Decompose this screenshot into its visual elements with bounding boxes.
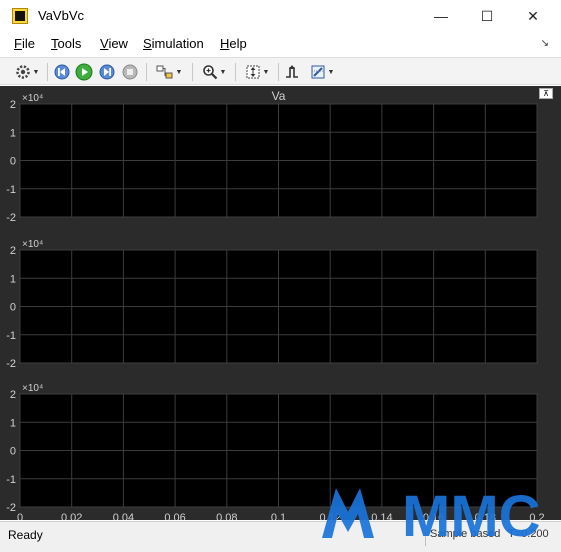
y-tick-label: 2 (10, 245, 16, 257)
menu-help[interactable]: Help (220, 36, 247, 51)
caret-down-icon: ▼ (327, 68, 335, 76)
y-tick-label: 1 (10, 127, 16, 139)
y-tick-label: 2 (10, 389, 16, 401)
toolbar-separator (47, 63, 48, 81)
toolbar-separator (235, 63, 236, 81)
configuration-button[interactable]: ▼ (10, 62, 44, 82)
step-back-button[interactable] (52, 62, 72, 82)
x-tick-label: 0.04 (113, 512, 134, 520)
y-tick-label: 2 (10, 99, 16, 111)
axes-2: 2 1 0 -1 -2 ×10⁴ (6, 239, 538, 370)
window-title: VaVbVc (38, 8, 85, 23)
maximize-button[interactable]: ☐ (464, 0, 510, 32)
menu-simulation[interactable]: Simulation (143, 36, 204, 51)
toolbar-separator (278, 63, 279, 81)
menu-file[interactable]: File (14, 36, 35, 51)
undock-legend-button[interactable]: ⊼ (539, 88, 553, 99)
triggers-icon (286, 65, 298, 78)
run-icon (75, 63, 93, 81)
x-tick-label: 0.06 (164, 512, 185, 520)
y-tick-label: -1 (6, 330, 16, 342)
cursor-measure-icon (311, 65, 325, 79)
y-tick-label: 0 (10, 156, 16, 168)
watermark-text: MMC (402, 484, 541, 542)
menu-bar: File Tools View Simulation Help ↘ (0, 32, 561, 56)
menu-view[interactable]: View (100, 36, 128, 51)
x-tick-label: 0.08 (216, 512, 237, 520)
y-tick-label: 0 (10, 446, 16, 458)
title-bar: VaVbVc — ☐ ✕ (0, 0, 561, 32)
run-button[interactable] (74, 62, 94, 82)
axes-title: Va (272, 89, 286, 103)
y-tick-label: -1 (6, 184, 16, 196)
exponent-label: ×10⁴ (22, 93, 43, 104)
step-forward-icon (99, 64, 115, 80)
zoom-button[interactable]: ▼ (197, 62, 231, 82)
y-tick-label: -2 (6, 502, 16, 514)
stop-button[interactable] (120, 62, 140, 82)
status-text: Ready (8, 528, 43, 542)
stop-icon (122, 64, 138, 80)
caret-down-icon: ▼ (32, 68, 40, 76)
x-tick-label: 0.1 (271, 512, 286, 520)
autoscale-icon (246, 65, 260, 79)
gear-icon (15, 65, 30, 79)
toolbar-separator (192, 63, 193, 81)
highlight-block-button[interactable]: ▼ (151, 62, 187, 82)
zoom-icon (202, 65, 217, 80)
triggers-button[interactable] (282, 62, 302, 82)
autoscale-button[interactable]: ▼ (240, 62, 274, 82)
step-forward-button[interactable] (97, 62, 117, 82)
close-button[interactable]: ✕ (510, 0, 556, 32)
x-tick-label: 0 (17, 512, 23, 520)
axes-1: 2 1 0 -1 -2 ×10⁴ Va (6, 89, 538, 224)
dock-arrow-icon[interactable]: ↘ (541, 38, 549, 49)
y-tick-label: 1 (10, 273, 16, 285)
x-tick-label: 0.02 (61, 512, 82, 520)
step-back-icon (54, 64, 70, 80)
caret-down-icon: ▼ (219, 68, 227, 76)
caret-down-icon: ▼ (262, 68, 270, 76)
scope-plots-svg: 2 1 0 -1 -2 ×10⁴ Va 2 1 0 -1 -2 ×10⁴ 0 0.02 0.04 0.06 0.0… (0, 86, 545, 524)
y-tick-label: 0 (10, 302, 16, 314)
caret-down-icon: ▼ (175, 68, 183, 76)
watermark-logo: MMC (322, 484, 541, 542)
y-tick-label: -2 (6, 358, 16, 370)
y-tick-label: 1 (10, 417, 16, 429)
cursor-measurements-button[interactable]: ▼ (305, 62, 339, 82)
exponent-label: ×10⁴ (22, 239, 43, 250)
y-tick-label: -1 (6, 474, 16, 486)
highlight-icon (156, 65, 173, 79)
exponent-label: ×10⁴ (22, 383, 43, 394)
toolbar: ▼ ▼ ▼ ▼ ▼ (0, 57, 561, 85)
menu-tools[interactable]: Tools (51, 36, 81, 51)
scope-display[interactable]: 2 1 0 -1 -2 ×10⁴ Va 2 1 0 -1 -2 ×10⁴ 0 0.02 0.04 0.06 0.0… (0, 86, 561, 524)
scope-app-icon (12, 8, 28, 24)
minimize-button[interactable]: — (418, 0, 464, 32)
toolbar-separator (146, 63, 147, 81)
y-tick-label: -2 (6, 212, 16, 224)
